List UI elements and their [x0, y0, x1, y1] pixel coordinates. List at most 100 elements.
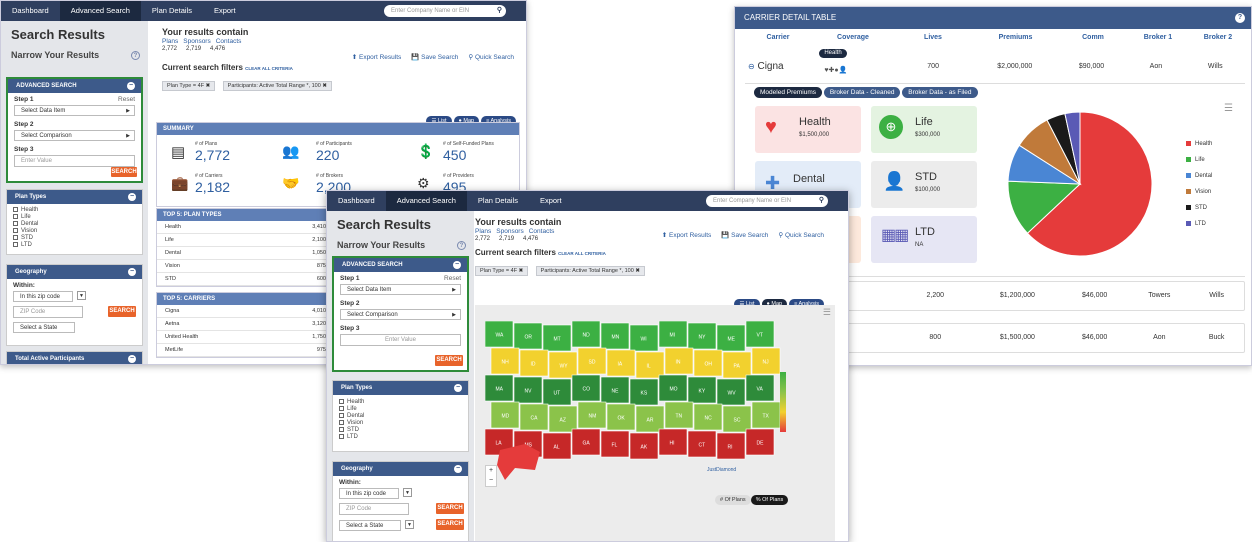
zip-input[interactable]: ZIP Code [13, 306, 83, 318]
zoom-in-button[interactable]: + [486, 466, 496, 476]
checkbox-ltd[interactable]: LTD [333, 434, 468, 441]
tile-std[interactable]: 👤 STD $100,000 [871, 161, 977, 208]
alaska-shape[interactable] [495, 440, 545, 485]
advanced-search-button[interactable]: SEARCH [435, 355, 463, 366]
tab-broker-cleaned[interactable]: Broker Data - Cleaned [823, 87, 901, 98]
plans-link[interactable]: Plans [475, 228, 491, 235]
state-select[interactable]: Select a State [13, 322, 75, 333]
reset-link[interactable]: Reset [118, 96, 135, 103]
tab-broker-filed[interactable]: Broker Data - as Filed [902, 87, 978, 98]
sponsors-link[interactable]: Sponsors [183, 38, 210, 45]
clear-all-link[interactable]: CLEAR ALL CRITERIA [245, 66, 293, 71]
company-search-input[interactable]: Enter Company Name or EIN ⚲ [384, 5, 506, 17]
value-input[interactable]: Enter Value [340, 334, 461, 346]
within-select[interactable]: In this zip code [13, 291, 73, 302]
company-search-input[interactable]: Enter Company Name or EIN ⚲ [706, 195, 828, 207]
nav-plan-details[interactable]: Plan Details [141, 1, 203, 21]
checkbox-std[interactable]: STD [333, 427, 468, 434]
collapse-icon[interactable]: − [128, 268, 136, 276]
remove-filter-icon[interactable]: ✖ [519, 268, 524, 274]
checkbox-health[interactable]: Health [7, 207, 142, 214]
col-lives[interactable]: Lives [893, 29, 973, 46]
sponsors-link[interactable]: Sponsors [496, 228, 523, 235]
nav-dashboard[interactable]: Dashboard [1, 1, 60, 21]
save-search-button[interactable]: 💾 Save Search [411, 53, 458, 61]
checkbox-vision[interactable]: Vision [7, 228, 142, 235]
checkbox-ltd[interactable]: LTD [7, 242, 142, 249]
toggle-count[interactable]: # Of Plans [715, 495, 751, 505]
dropdown-arrow-icon[interactable]: ▼ [77, 291, 86, 300]
filter-pill[interactable]: Plan Type = 4F ✖ [162, 81, 216, 91]
quick-search-button[interactable]: ⚲ Quick Search [468, 53, 514, 61]
tile-health[interactable]: ♥ Health $1,500,000 [755, 106, 861, 153]
collapse-icon[interactable]: − [454, 465, 462, 473]
col-comm[interactable]: Comm [1058, 29, 1128, 46]
zoom-out-button[interactable]: − [486, 476, 496, 486]
tile-ltd[interactable]: ▦▦ LTD NA [871, 216, 977, 263]
search-icon[interactable]: ⚲ [819, 195, 824, 207]
geo-search-button[interactable]: SEARCH [108, 306, 136, 317]
checkbox-dental[interactable]: Dental [333, 413, 468, 420]
zip-input[interactable]: ZIP Code [339, 503, 409, 515]
collapse-row-icon[interactable]: ⊖ [748, 62, 755, 71]
collapse-icon[interactable]: − [454, 384, 462, 392]
col-coverage[interactable]: Coverage [813, 29, 893, 46]
save-search-button[interactable]: 💾 Save Search [721, 231, 768, 239]
help-icon[interactable]: ? [131, 51, 140, 60]
checkbox-std[interactable]: STD [7, 235, 142, 242]
remove-filter-icon[interactable]: ✖ [322, 83, 327, 89]
col-carrier[interactable]: Carrier [743, 29, 813, 46]
checkbox-life[interactable]: Life [333, 406, 468, 413]
export-results-button[interactable]: ⬆ Export Results [352, 53, 402, 61]
menu-icon[interactable]: ☰ [1224, 103, 1233, 114]
contacts-link[interactable]: Contacts [529, 228, 555, 235]
value-input[interactable]: Enter Value [14, 155, 135, 167]
select-data-item[interactable]: Select Data Item ▶ [14, 105, 135, 116]
collapse-icon[interactable]: − [127, 82, 135, 90]
tile-life[interactable]: ⊕ Life $300,000 [871, 106, 977, 153]
coverage-icons[interactable]: ♥✚●👤 [824, 57, 847, 85]
select-comparison[interactable]: Select Comparison ▶ [14, 130, 135, 141]
dropdown-arrow-icon[interactable]: ▼ [403, 488, 412, 497]
col-premiums[interactable]: Premiums [973, 29, 1058, 46]
collapse-icon[interactable]: − [453, 261, 461, 269]
plans-link[interactable]: Plans [162, 38, 178, 45]
state-search-button[interactable]: SEARCH [436, 519, 464, 530]
remove-filter-icon[interactable]: ✖ [635, 268, 640, 274]
help-icon[interactable]: ? [457, 241, 466, 250]
checkbox-health[interactable]: Health [333, 399, 468, 406]
checkbox-life[interactable]: Life [7, 214, 142, 221]
nav-plan-details[interactable]: Plan Details [467, 191, 529, 211]
export-results-button[interactable]: ⬆ Export Results [662, 231, 712, 239]
help-icon[interactable]: ? [1235, 13, 1245, 23]
col-broker1[interactable]: Broker 1 [1128, 29, 1188, 46]
toggle-percent[interactable]: % Of Plans [750, 495, 789, 505]
collapse-icon[interactable]: − [128, 193, 136, 201]
filter-pill[interactable]: Plan Type = 4F ✖ [475, 266, 529, 276]
select-data-item[interactable]: Select Data Item ▶ [340, 284, 461, 295]
quick-search-button[interactable]: ⚲ Quick Search [778, 231, 824, 239]
geo-search-button[interactable]: SEARCH [436, 503, 464, 514]
col-broker2[interactable]: Broker 2 [1188, 29, 1248, 46]
tab-modeled-premiums[interactable]: Modeled Premiums [754, 87, 822, 98]
advanced-search-button[interactable]: SEARCH [111, 167, 137, 177]
clear-all-link[interactable]: CLEAR ALL CRITERIA [558, 251, 606, 256]
filter-pill[interactable]: Participants: Active Total Range *, 100 … [535, 266, 645, 276]
filter-pill[interactable]: Participants: Active Total Range *, 100 … [222, 81, 332, 91]
nav-export[interactable]: Export [529, 191, 573, 211]
nav-advanced-search[interactable]: Advanced Search [59, 1, 141, 21]
search-icon[interactable]: ⚲ [497, 5, 502, 17]
remove-filter-icon[interactable]: ✖ [206, 83, 211, 89]
dropdown-arrow-icon[interactable]: ▼ [405, 520, 414, 529]
collapse-icon[interactable]: − [128, 355, 136, 363]
state-select[interactable]: Select a State [339, 520, 401, 531]
menu-icon[interactable]: ☰ [823, 307, 831, 318]
select-comparison[interactable]: Select Comparison ▶ [340, 309, 461, 320]
reset-link[interactable]: Reset [444, 275, 461, 282]
nav-dashboard[interactable]: Dashboard [327, 191, 386, 211]
contacts-link[interactable]: Contacts [216, 38, 242, 45]
within-select[interactable]: In this zip code [339, 488, 399, 499]
nav-export[interactable]: Export [203, 1, 247, 21]
nav-advanced-search[interactable]: Advanced Search [385, 191, 467, 211]
checkbox-vision[interactable]: Vision [333, 420, 468, 427]
